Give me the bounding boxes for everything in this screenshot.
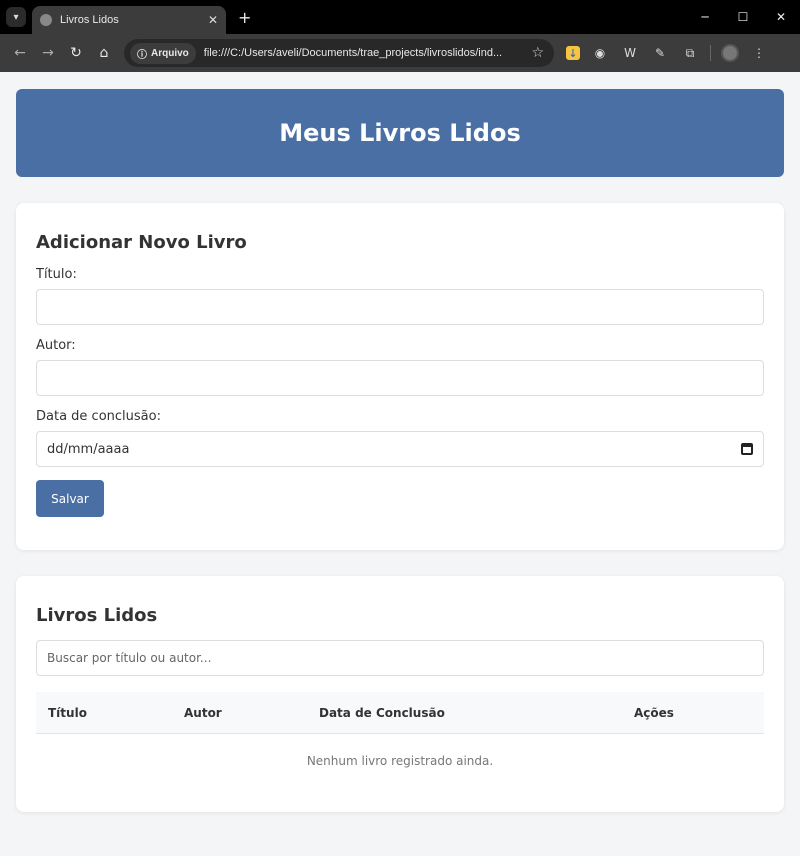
extensions-area: ↓ ◉ W ✎ ⧉ ⋮ <box>566 43 769 63</box>
add-book-heading: Adicionar Novo Livro <box>36 232 247 253</box>
browser-tabbar: ▾ Livros Lidos ✕ + ─ ☐ ✕ <box>0 0 800 34</box>
column-header-title: Título <box>48 705 87 720</box>
window-controls: ─ ☐ ✕ <box>686 0 800 34</box>
url-text[interactable]: file:///C:/Users/aveli/Documents/trae_pr… <box>204 47 532 59</box>
browser-toolbar: ← → ↻ ⌂ ⓘ Arquivo file:///C:/Users/aveli… <box>0 34 800 72</box>
bookmark-star-icon[interactable]: ☆ <box>531 45 544 61</box>
maximize-button[interactable]: ☐ <box>724 10 762 24</box>
add-book-card: Adicionar Novo Livro Título: Autor: Data… <box>16 203 784 550</box>
site-info-label: Arquivo <box>151 47 189 59</box>
g-extension-icon[interactable]: ◉ <box>590 43 610 63</box>
date-field-group: Data de conclusão: dd/mm/aaaa <box>36 409 764 467</box>
title-input[interactable] <box>36 289 764 325</box>
page-header: Meus Livros Lidos <box>16 89 784 177</box>
w-extension-icon[interactable]: W <box>620 43 640 63</box>
toolbar-divider <box>710 45 711 61</box>
column-header-author: Autor <box>184 705 222 720</box>
column-header-date: Data de Conclusão <box>319 705 445 720</box>
page-content: Meus Livros Lidos Adicionar Novo Livro T… <box>0 72 800 829</box>
menu-kebab-icon[interactable]: ⋮ <box>749 43 769 63</box>
title-field-group: Título: <box>36 267 764 325</box>
page-title: Meus Livros Lidos <box>279 119 521 147</box>
close-icon[interactable]: ✕ <box>208 13 218 27</box>
info-icon: ⓘ <box>137 49 147 61</box>
address-bar[interactable]: ⓘ Arquivo file:///C:/Users/aveli/Documen… <box>124 39 554 67</box>
books-table: Título Autor Data de Conclusão Ações Nen… <box>36 692 764 768</box>
books-list-heading: Livros Lidos <box>36 605 158 626</box>
tab-search-button[interactable]: ▾ <box>6 7 26 27</box>
search-input[interactable]: Buscar por título ou autor... <box>36 640 764 676</box>
globe-icon <box>40 14 52 26</box>
date-input[interactable]: dd/mm/aaaa <box>36 431 764 467</box>
new-tab-button[interactable]: + <box>238 8 251 27</box>
close-window-button[interactable]: ✕ <box>762 10 800 24</box>
author-label: Autor: <box>36 338 76 353</box>
author-input[interactable] <box>36 360 764 396</box>
title-label: Título: <box>36 267 77 282</box>
column-header-actions: Ações <box>634 705 674 720</box>
tab-title: Livros Lidos <box>60 14 119 26</box>
download-extension-icon[interactable]: ↓ <box>566 46 580 60</box>
table-header: Título Autor Data de Conclusão Ações <box>36 692 764 734</box>
empty-message: Nenhum livro registrado ainda. <box>306 754 494 768</box>
profile-avatar[interactable] <box>721 44 739 62</box>
date-placeholder: dd/mm/aaaa <box>47 441 130 457</box>
site-info-chip[interactable]: ⓘ Arquivo <box>130 42 196 64</box>
calendar-icon[interactable] <box>741 443 753 455</box>
back-button[interactable]: ← <box>6 39 34 67</box>
browser-tab[interactable]: Livros Lidos ✕ <box>32 6 226 34</box>
author-field-group: Autor: <box>36 338 764 396</box>
forward-button[interactable]: → <box>34 39 62 67</box>
puzzle-icon[interactable]: ⧉ <box>680 43 700 63</box>
date-label: Data de conclusão: <box>36 409 161 424</box>
home-button[interactable]: ⌂ <box>90 39 118 67</box>
minimize-button[interactable]: ─ <box>686 10 724 24</box>
reload-button[interactable]: ↻ <box>62 39 90 67</box>
save-button[interactable]: Salvar <box>36 480 104 517</box>
books-list-card: Livros Lidos Buscar por título ou autor.… <box>16 576 784 812</box>
pen-extension-icon[interactable]: ✎ <box>650 43 670 63</box>
